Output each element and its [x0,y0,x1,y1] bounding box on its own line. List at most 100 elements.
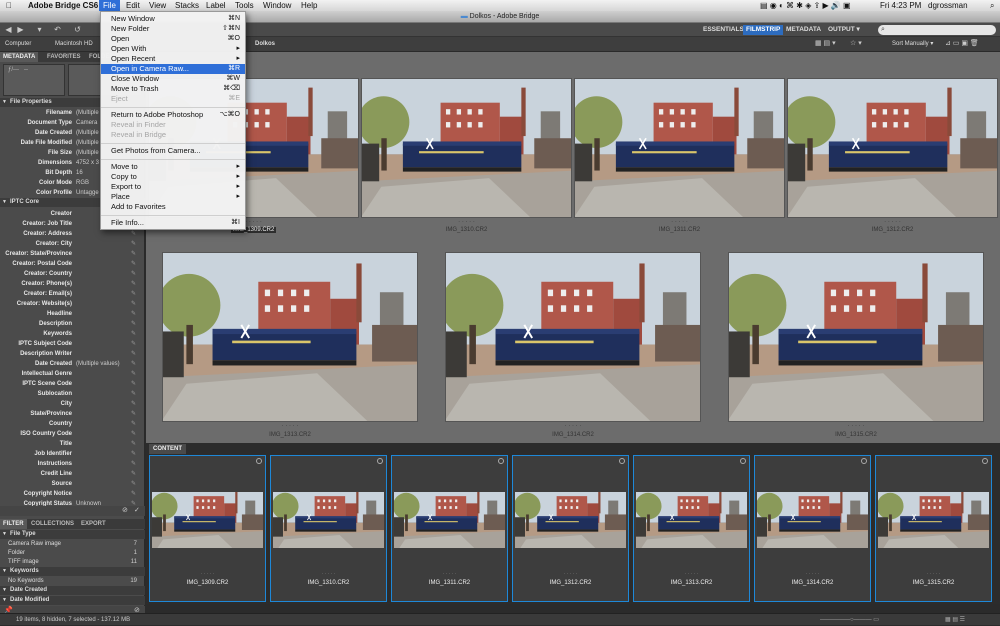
menu-item-move-to[interactable]: Move to ▸ [101,162,245,172]
edit-pencil-icon[interactable]: ✎ [131,309,136,319]
rating-dots[interactable]: · · · · · [361,219,572,225]
tab-favorites[interactable]: FAVORITES [44,52,84,62]
edit-pencil-icon[interactable]: ✎ [131,279,136,289]
apply-icon[interactable]: ✓ [134,506,140,516]
edit-pencil-icon[interactable]: ✎ [131,259,136,269]
select-circle-icon[interactable] [740,458,746,464]
menu-edit[interactable]: Edit [126,0,140,11]
menu-file[interactable]: File [99,0,120,11]
rating-dots[interactable]: · · · · · [634,571,749,577]
preview-image[interactable] [162,252,418,422]
filter-row[interactable]: No Keywords 19 [0,577,145,586]
edit-pencil-icon[interactable]: ✎ [131,389,136,399]
edit-pencil-icon[interactable]: ✎ [131,249,136,259]
edit-pencil-icon[interactable]: ✎ [131,239,136,249]
toolbar-action-icons[interactable]: ⊿ ▭ ▣ 🗑 [945,39,979,49]
rating-dots[interactable]: · · · · · [755,571,870,577]
metadata-row[interactable]: Copyright Notice ✎ [0,489,145,499]
edit-pencil-icon[interactable]: ✎ [131,369,136,379]
tab-collections[interactable]: COLLECTIONS [28,519,77,529]
view-mode-icons[interactable]: ▦ ▤ ☰ [945,614,965,626]
edit-pencil-icon[interactable]: ✎ [131,349,136,359]
metadata-row[interactable]: Creator: State/Province ✎ [0,249,145,259]
tab-export[interactable]: EXPORT [78,519,109,529]
edit-pencil-icon[interactable]: ✎ [131,269,136,279]
edit-pencil-icon[interactable]: ✎ [131,429,136,439]
filter-date-created[interactable]: Date Created [0,586,145,595]
recent-folder-icon[interactable]: ▾ [34,25,45,35]
metadata-row[interactable]: Title ✎ [0,439,145,449]
menu-item-new-window[interactable]: New Window ⌘N [101,14,245,24]
menu-label[interactable]: Label [206,0,226,11]
menu-item-get-photos-from-camera[interactable]: Get Photos from Camera... [101,146,245,156]
metadata-row[interactable]: Keywords ✎ [0,329,145,339]
filmstrip-thumbnail[interactable]: · · · · · IMG_1310.CR2 [270,455,387,602]
metadata-row[interactable]: Creator: Website(s) ✎ [0,299,145,309]
menu-item-open[interactable]: Open ⌘O [101,34,245,44]
select-circle-icon[interactable] [619,458,625,464]
rating-dots[interactable]: · · · · · [728,423,984,429]
preview-image[interactable] [787,78,998,218]
edit-pencil-icon[interactable]: ✎ [131,469,136,479]
filmstrip-thumbnail[interactable]: · · · · · IMG_1315.CR2 [875,455,992,602]
thumbnail-size-slider[interactable]: —————○——— ▭ [820,614,879,626]
rating-dots[interactable]: · · · · · [513,571,628,577]
menu-item-open-recent[interactable]: Open Recent ▸ [101,54,245,64]
menu-item-return-to-adobe-photoshop[interactable]: Return to Adobe Photoshop ⌥⌘O [101,110,245,120]
path-computer[interactable]: Computer [5,39,31,49]
edit-pencil-icon[interactable]: ✎ [131,319,136,329]
metadata-row[interactable]: Job Identifier ✎ [0,449,145,459]
path-folder[interactable]: Dolkos [255,39,275,49]
edit-pencil-icon[interactable]: ✎ [131,329,136,339]
rating-dots[interactable]: · · · · · [150,571,265,577]
metadata-row[interactable]: Description ✎ [0,319,145,329]
select-circle-icon[interactable] [861,458,867,464]
rating-dots[interactable]: · · · · · [876,571,991,577]
tab-content[interactable]: CONTENT [149,444,186,454]
edit-pencil-icon[interactable]: ✎ [131,489,136,499]
metadata-row[interactable]: Instructions ✎ [0,459,145,469]
edit-pencil-icon[interactable]: ✎ [131,359,136,369]
menu-item-new-folder[interactable]: New Folder ⇧⌘N [101,24,245,34]
menu-item-open-in-camera-raw[interactable]: Open in Camera Raw... ⌘R [101,64,245,74]
menu-stacks[interactable]: Stacks [175,0,199,11]
boomerang-icon[interactable]: ↺ [72,25,83,35]
metadata-row[interactable]: Credit Line ✎ [0,469,145,479]
preview-image[interactable] [728,252,984,422]
rating-dots[interactable]: · · · · · [271,571,386,577]
metadata-row[interactable]: Headline ✎ [0,309,145,319]
preview-image[interactable] [361,78,572,218]
filter-file-type[interactable]: File Type [0,530,145,539]
filter-row[interactable]: Camera Raw image 7 [0,540,145,549]
workspace-filmstrip[interactable]: FILMSTRIP [743,25,784,35]
workspace-essentials[interactable]: ESSENTIALS [700,25,747,35]
app-menu[interactable]: Adobe Bridge CS6 [28,0,98,11]
preview-image[interactable] [574,78,785,218]
rating-dots[interactable]: · · · · · [574,219,785,225]
metadata-row[interactable]: Creator: Country ✎ [0,269,145,279]
menu-window[interactable]: Window [263,0,291,11]
menu-item-export-to[interactable]: Export to ▸ [101,182,245,192]
select-circle-icon[interactable] [498,458,504,464]
path-drive[interactable]: Macintosh HD [55,39,93,49]
menu-item-add-to-favorites[interactable]: Add to Favorites [101,202,245,212]
edit-pencil-icon[interactable]: ✎ [131,229,136,239]
preview-image[interactable] [445,252,701,422]
metadata-row[interactable]: Creator: Phone(s) ✎ [0,279,145,289]
rating-dots[interactable]: · · · · · [445,423,701,429]
edit-pencil-icon[interactable]: ✎ [131,449,136,459]
menu-help[interactable]: Help [301,0,317,11]
metadata-row[interactable]: Country ✎ [0,419,145,429]
filmstrip-thumbnail[interactable]: · · · · · IMG_1309.CR2 [149,455,266,602]
metadata-row[interactable]: Description Writer ✎ [0,349,145,359]
metadata-row[interactable]: Date Created (Multiple values) ✎ [0,359,145,369]
select-circle-icon[interactable] [256,458,262,464]
metadata-row[interactable]: Creator: Email(s) ✎ [0,289,145,299]
edit-pencil-icon[interactable]: ✎ [131,339,136,349]
metadata-row[interactable]: Creator: Postal Code ✎ [0,259,145,269]
metadata-row[interactable]: Creator: City ✎ [0,239,145,249]
filmstrip-thumbnail[interactable]: · · · · · IMG_1313.CR2 [633,455,750,602]
metadata-row[interactable]: Source ✎ [0,479,145,489]
metadata-row[interactable]: IPTC Subject Code ✎ [0,339,145,349]
metadata-row[interactable]: City ✎ [0,399,145,409]
